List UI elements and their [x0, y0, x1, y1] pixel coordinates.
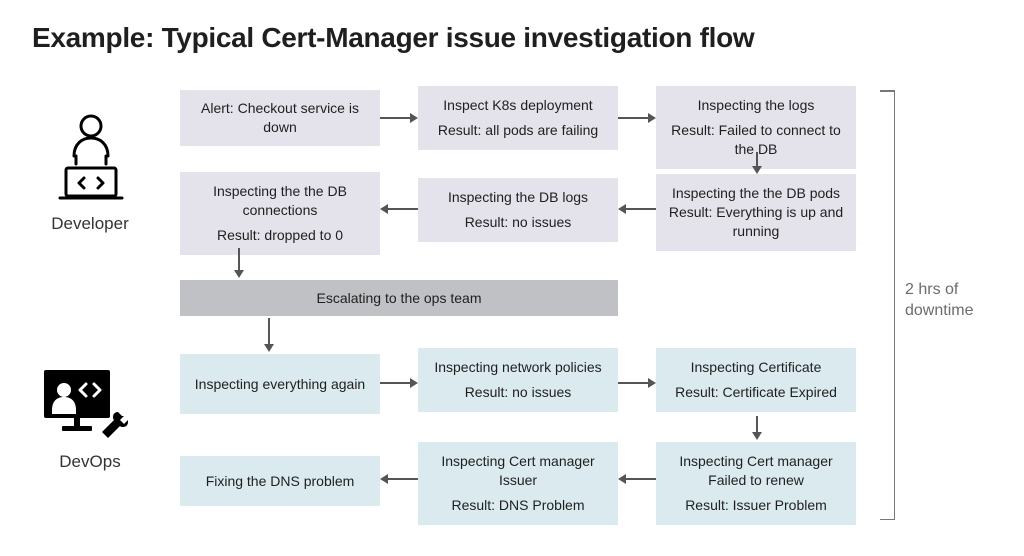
step-result: Result: no issues [426, 383, 610, 402]
arrow [380, 117, 410, 119]
arrow-head [410, 378, 418, 388]
page-title: Example: Typical Cert-Manager issue inve… [32, 22, 754, 54]
step-result: Result: Issuer Problem [664, 496, 848, 515]
step-inspect-db-logs: Inspecting the DB logs Result: no issues [418, 178, 618, 242]
step-text: Inspect K8s deployment [426, 96, 610, 115]
devops-icon [44, 370, 138, 444]
downtime-bracket [880, 90, 895, 520]
diagram-canvas: Example: Typical Cert-Manager issue inve… [0, 0, 1024, 556]
step-alert-checkout-down: Alert: Checkout service is down [180, 90, 380, 146]
arrow-head [752, 166, 762, 174]
arrow-head [380, 474, 388, 484]
step-inspect-db-pods: Inspecting the the DB pods Result: Every… [656, 174, 856, 251]
step-result: Result: all pods are failing [426, 121, 610, 140]
step-text: Inspecting Cert manager Failed to renew [664, 452, 848, 490]
step-text: Alert: Checkout service is down [188, 99, 372, 137]
step-text: Inspecting Cert manager Issuer [426, 452, 610, 490]
developer-icon [56, 112, 126, 202]
step-inspect-k8s-deployment: Inspect K8s deployment Result: all pods … [418, 86, 618, 150]
role-label-developer: Developer [20, 214, 160, 234]
arrow [618, 117, 648, 119]
step-result: Result: dropped to 0 [188, 226, 372, 245]
step-text: Inspecting the the DB connections [188, 182, 372, 220]
step-result: Result: no issues [426, 213, 610, 232]
arrow [618, 382, 648, 384]
role-label-devops: DevOps [20, 452, 160, 472]
arrow-head [648, 113, 656, 123]
arrow-head [410, 113, 418, 123]
step-text: Fixing the DNS problem [206, 472, 355, 491]
arrow [626, 478, 656, 480]
arrow-head [264, 344, 274, 352]
arrow [388, 478, 418, 480]
step-text: Inspecting Certificate [664, 358, 848, 377]
step-text: Inspecting the DB logs [426, 188, 610, 207]
arrow-head [618, 204, 626, 214]
step-inspect-everything-again: Inspecting everything again [180, 354, 380, 414]
arrow [268, 318, 270, 346]
step-cert-manager-failed-renew: Inspecting Cert manager Failed to renew … [656, 442, 856, 525]
arrow-head [648, 378, 656, 388]
step-escalate: Escalating to the ops team [180, 280, 618, 316]
step-inspect-db-connections: Inspecting the the DB connections Result… [180, 172, 380, 255]
step-result: Result: Everything is up and running [664, 203, 848, 241]
step-text: Escalating to the ops team [317, 290, 482, 306]
step-text: Inspecting network policies [426, 358, 610, 377]
step-inspect-network-policies: Inspecting network policies Result: no i… [418, 348, 618, 412]
arrow [626, 208, 656, 210]
arrow-head [380, 204, 388, 214]
step-text: Inspecting the the DB pods [664, 184, 848, 203]
step-fix-dns: Fixing the DNS problem [180, 456, 380, 506]
step-result: Result: DNS Problem [426, 496, 610, 515]
arrow [380, 382, 410, 384]
step-cert-manager-issuer: Inspecting Cert manager Issuer Result: D… [418, 442, 618, 525]
arrow-head [618, 474, 626, 484]
arrow [238, 248, 240, 272]
step-text: Inspecting everything again [195, 375, 365, 394]
step-result: Result: Certificate Expired [664, 383, 848, 402]
step-text: Inspecting the logs [664, 96, 848, 115]
arrow-head [752, 432, 762, 440]
step-inspect-certificate: Inspecting Certificate Result: Certifica… [656, 348, 856, 412]
arrow [388, 208, 418, 210]
arrow-head [234, 270, 244, 278]
downtime-label: 2 hrs of downtime [905, 280, 1005, 322]
